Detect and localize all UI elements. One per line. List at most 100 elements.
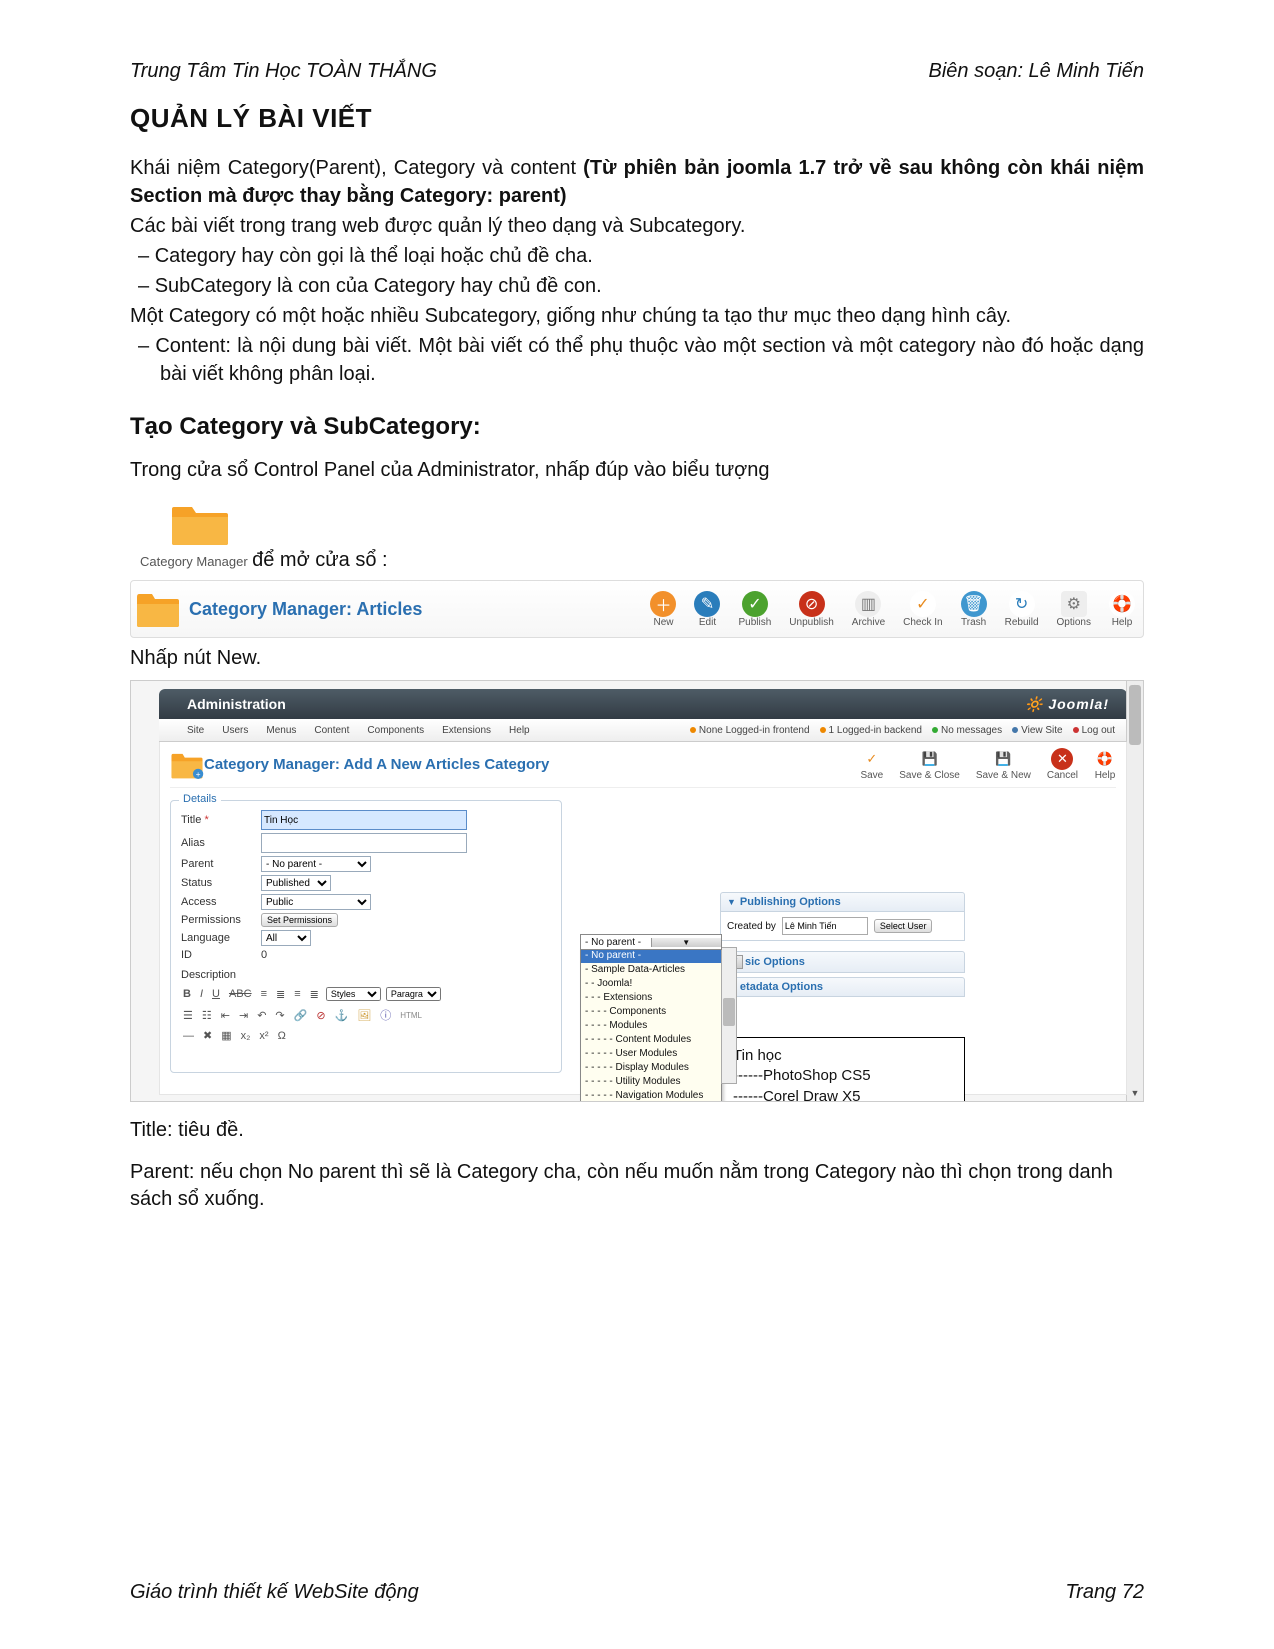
underline-icon[interactable]: U bbox=[210, 988, 222, 1000]
title-input[interactable] bbox=[261, 810, 467, 830]
option[interactable]: - - Joomla! bbox=[581, 977, 721, 991]
hr-icon[interactable]: — bbox=[181, 1030, 196, 1042]
access-select[interactable]: Public bbox=[261, 894, 371, 910]
label: Title * bbox=[181, 814, 261, 826]
paragraph: Trong cửa sổ Control Panel của Administr… bbox=[130, 456, 1144, 484]
options-button[interactable]: ⚙Options bbox=[1057, 591, 1091, 628]
view-site-link[interactable]: View Site bbox=[1012, 725, 1063, 736]
permissions-button[interactable]: Set Permissions bbox=[261, 913, 338, 927]
metadata-options-header[interactable]: ▲etadata Options bbox=[720, 977, 965, 997]
redo-icon[interactable]: ↷ bbox=[273, 1009, 286, 1022]
ul-icon[interactable]: ☰ bbox=[181, 1009, 195, 1022]
indent-icon[interactable]: ⇥ bbox=[237, 1009, 250, 1022]
unpublish-button[interactable]: ⊘Unpublish bbox=[789, 591, 833, 628]
align-justify-icon[interactable]: ≣ bbox=[308, 988, 321, 1001]
rebuild-button[interactable]: ↻Rebuild bbox=[1005, 591, 1039, 628]
paragraph: Title: tiêu đề. bbox=[130, 1117, 1144, 1144]
logout-link[interactable]: Log out bbox=[1073, 725, 1115, 736]
menu-content[interactable]: Content bbox=[314, 725, 349, 736]
ol-icon[interactable]: ☷ bbox=[200, 1009, 214, 1022]
label: Help bbox=[1112, 617, 1133, 628]
paragraph-select[interactable]: Paragra bbox=[386, 987, 441, 1001]
anchor-icon[interactable]: ⚓ bbox=[333, 1009, 351, 1022]
archive-button[interactable]: ▥Archive bbox=[852, 591, 885, 628]
status-select[interactable]: Published bbox=[261, 875, 331, 891]
page-footer: Giáo trình thiết kế WebSite động Trang 7… bbox=[130, 1581, 1144, 1604]
save-button[interactable]: ✓Save bbox=[860, 748, 883, 781]
folder-icon bbox=[170, 499, 230, 547]
chevron-down-icon: ▼ bbox=[651, 938, 722, 947]
outdent-icon[interactable]: ⇤ bbox=[219, 1009, 232, 1022]
publishing-options-body: Created by Select User bbox=[720, 912, 965, 941]
scroll-thumb[interactable] bbox=[723, 998, 735, 1026]
styles-select[interactable]: Styles bbox=[326, 987, 381, 1001]
save-close-button[interactable]: 💾Save & Close bbox=[899, 748, 960, 781]
help-button[interactable]: 🛟Help bbox=[1094, 748, 1116, 781]
row-title: Title * bbox=[181, 810, 551, 830]
menu-help[interactable]: Help bbox=[509, 725, 530, 736]
option-selected[interactable]: - No parent - bbox=[581, 949, 721, 963]
unlink-icon[interactable]: ⊘ bbox=[314, 1009, 327, 1022]
scroll-down-icon[interactable]: ▼ bbox=[1130, 1088, 1140, 1100]
option[interactable]: - - - - Modules bbox=[581, 1019, 721, 1033]
publish-button[interactable]: ✓Publish bbox=[738, 591, 771, 628]
checkin-button[interactable]: ✓Check In bbox=[903, 591, 942, 628]
created-by-input[interactable] bbox=[782, 917, 868, 935]
option[interactable]: - - - - Components bbox=[581, 1005, 721, 1019]
edit-button[interactable]: ✎Edit bbox=[694, 591, 720, 628]
option[interactable]: - Sample Data-Articles bbox=[581, 963, 721, 977]
align-left-icon[interactable]: ≡ bbox=[259, 988, 269, 1000]
sub-icon[interactable]: x₂ bbox=[239, 1030, 253, 1042]
align-center-icon[interactable]: ≣ bbox=[274, 988, 287, 1001]
bold-icon[interactable]: B bbox=[181, 988, 193, 1000]
dropdown-scrollbar[interactable] bbox=[721, 947, 737, 1084]
scroll-thumb[interactable] bbox=[1129, 685, 1141, 745]
parent-select[interactable]: - No parent - bbox=[261, 856, 371, 872]
save-new-button[interactable]: 💾Save & New bbox=[976, 748, 1031, 781]
footer-left: Giáo trình thiết kế WebSite động bbox=[130, 1581, 419, 1604]
help-button[interactable]: 🛟Help bbox=[1109, 591, 1135, 628]
italic-icon[interactable]: I bbox=[198, 988, 205, 1000]
menu-users[interactable]: Users bbox=[222, 725, 248, 736]
menu-menus[interactable]: Menus bbox=[266, 725, 296, 736]
html-icon[interactable]: HTML bbox=[398, 1011, 424, 1020]
undo-icon[interactable]: ↶ bbox=[255, 1009, 268, 1022]
option[interactable]: - - - - - User Modules bbox=[581, 1047, 721, 1061]
language-select[interactable]: All bbox=[261, 930, 311, 946]
scrollbar[interactable]: ▲ ▼ bbox=[1126, 681, 1143, 1101]
label: Help bbox=[1095, 770, 1116, 781]
basic-options-header[interactable]: ▼sic Options bbox=[720, 951, 965, 973]
label: Publishing Options bbox=[740, 896, 841, 908]
clear-icon[interactable]: ✖ bbox=[201, 1029, 214, 1042]
table-icon[interactable]: ▦ bbox=[219, 1029, 233, 1042]
label: Trash bbox=[961, 617, 986, 628]
image-icon[interactable]: 🖼 bbox=[355, 1009, 373, 1022]
paragraph: Một Category có một hoặc nhiều Subcatego… bbox=[130, 302, 1144, 330]
new-button[interactable]: ＋New bbox=[650, 591, 676, 628]
option[interactable]: - - - - - Navigation Modules bbox=[581, 1089, 721, 1102]
strike-icon[interactable]: ABC bbox=[227, 988, 254, 1000]
parent-dropdown-display[interactable]: - No parent -▼ bbox=[580, 934, 722, 950]
option[interactable]: - - - - - Utility Modules bbox=[581, 1075, 721, 1089]
menu-components[interactable]: Components bbox=[367, 725, 424, 736]
code-icon[interactable]: ⓘ bbox=[378, 1007, 393, 1023]
menu-extensions[interactable]: Extensions bbox=[442, 725, 491, 736]
select-user-button[interactable]: Select User bbox=[874, 919, 933, 933]
paragraph: Nhấp nút New. bbox=[130, 644, 1144, 672]
alias-input[interactable] bbox=[261, 833, 467, 853]
menu-site[interactable]: Site bbox=[187, 725, 204, 736]
align-right-icon[interactable]: ≡ bbox=[292, 988, 302, 1000]
link-icon[interactable]: 🔗 bbox=[292, 1009, 310, 1022]
option[interactable]: - - - Extensions bbox=[581, 991, 721, 1005]
sup-icon[interactable]: x² bbox=[257, 1030, 270, 1042]
cancel-button[interactable]: ✕Cancel bbox=[1047, 748, 1078, 781]
folder-plus-icon: + bbox=[170, 750, 204, 780]
option[interactable]: - - - - - Content Modules bbox=[581, 1033, 721, 1047]
option[interactable]: - - - - - Display Modules bbox=[581, 1061, 721, 1075]
char-icon[interactable]: Ω bbox=[276, 1030, 288, 1042]
right-column: ▼Publishing Options Created by Select Us… bbox=[720, 892, 965, 1102]
publishing-options-header[interactable]: ▼Publishing Options bbox=[720, 892, 965, 912]
status-messages[interactable]: No messages bbox=[932, 725, 1002, 736]
trash-button[interactable]: 🗑Trash bbox=[961, 591, 987, 628]
parent-dropdown-list[interactable]: - No parent - - Sample Data-Articles - -… bbox=[580, 947, 722, 1102]
